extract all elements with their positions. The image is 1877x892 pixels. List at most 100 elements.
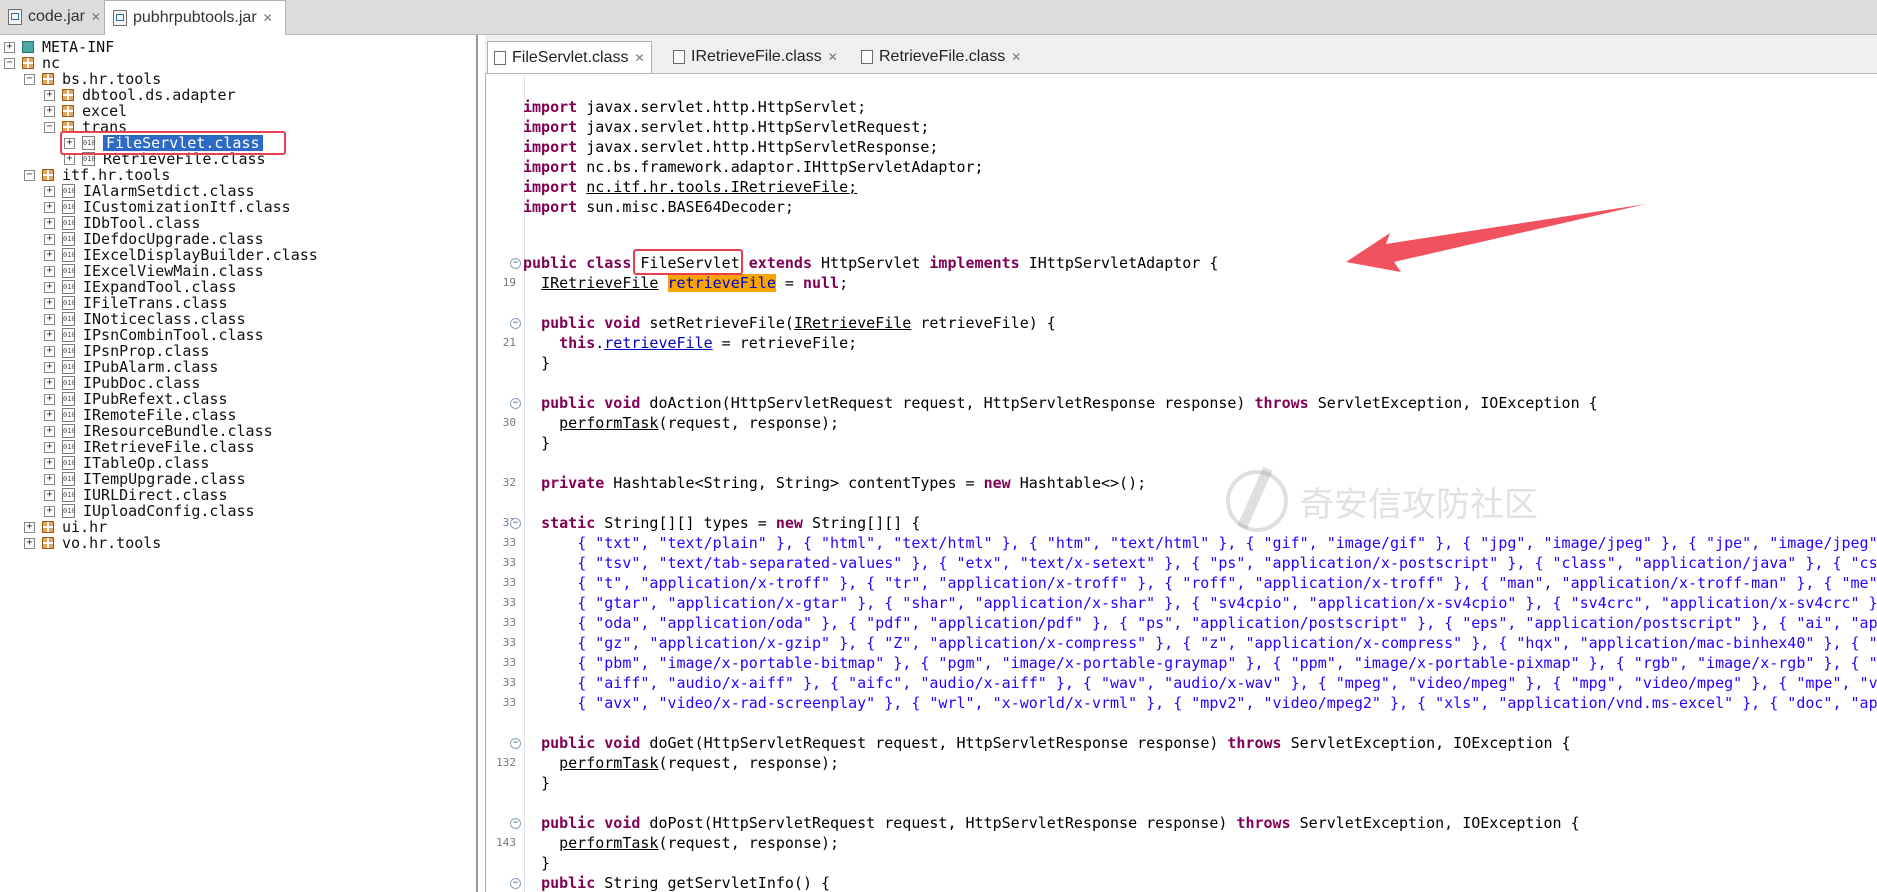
code-line: } <box>523 774 551 792</box>
expand-icon[interactable]: + <box>44 281 55 293</box>
tree-item-class[interactable]: +010 IPsnProp.class <box>44 343 209 359</box>
expand-icon[interactable]: + <box>64 153 75 165</box>
expand-icon[interactable]: + <box>44 89 55 101</box>
close-icon[interactable]: ✕ <box>1011 50 1021 64</box>
class-file-icon: 010 <box>62 232 76 246</box>
class-file-icon: 010 <box>62 216 76 230</box>
expand-icon[interactable]: + <box>44 297 55 309</box>
tree-item-class[interactable]: +010 IExpandTool.class <box>44 279 237 295</box>
close-icon[interactable]: ✕ <box>634 51 644 65</box>
tab-iretrievefile-class[interactable]: IRetrieveFile.class ✕ <box>667 41 844 73</box>
tree-item-class[interactable]: +010 IExcelViewMain.class <box>44 263 264 279</box>
class-file-icon: 010 <box>62 328 76 342</box>
collapse-icon[interactable]: − <box>4 57 15 69</box>
expand-icon[interactable]: + <box>44 329 55 341</box>
tree-item-class[interactable]: +010 IPubAlarm.class <box>44 359 218 375</box>
tab-pubhrpubtools-jar[interactable]: pubhrpubtools.jar ✕ <box>104 0 286 35</box>
jar-file-icon <box>113 10 127 26</box>
expand-icon[interactable]: + <box>24 537 35 549</box>
class-file-icon: 010 <box>62 376 76 390</box>
fold-toggle-icon[interactable]: − <box>510 318 521 329</box>
expand-icon[interactable]: + <box>44 201 55 213</box>
tree-item-class[interactable]: +010 IRetrieveFile.class <box>44 439 255 455</box>
tree-item-vo-hr-tools[interactable]: + vo.hr.tools <box>24 535 161 551</box>
tree-item-dbtool-ds-adapter[interactable]: + dbtool.ds.adapter <box>44 87 236 103</box>
tree-item-class[interactable]: +010 IPubDoc.class <box>44 375 200 391</box>
expand-icon[interactable]: + <box>24 521 35 533</box>
close-icon[interactable]: ✕ <box>263 11 273 25</box>
import-line: import sun.misc.BASE64Decoder; <box>523 198 794 216</box>
expand-icon[interactable]: + <box>44 393 55 405</box>
expand-icon[interactable]: + <box>44 409 55 421</box>
expand-icon[interactable]: + <box>44 473 55 485</box>
tree-item-class[interactable]: +010 IExcelDisplayBuilder.class <box>44 247 318 263</box>
expand-icon[interactable]: + <box>44 377 55 389</box>
expand-icon[interactable]: + <box>44 185 55 197</box>
fold-toggle-icon[interactable]: − <box>510 518 521 529</box>
tree-item-class[interactable]: +010 IPsnCombinTool.class <box>44 327 264 343</box>
expand-icon[interactable]: + <box>44 441 55 453</box>
expand-icon[interactable]: + <box>44 105 55 117</box>
tree-item-class[interactable]: +010 ITableOp.class <box>44 455 209 471</box>
expand-icon[interactable]: + <box>44 265 55 277</box>
tree-item-class[interactable]: +010 IURLDirect.class <box>44 487 228 503</box>
method-setretrievefile: public void setRetrieveFile(IRetrieveFil… <box>541 314 1056 332</box>
expand-icon[interactable]: + <box>44 361 55 373</box>
fold-toggle-icon[interactable]: − <box>510 738 521 749</box>
class-file-icon: 010 <box>62 392 76 406</box>
tree-item-bs-hr-tools[interactable]: − bs.hr.tools <box>24 71 161 87</box>
tree-item-excel[interactable]: + excel <box>44 103 127 119</box>
fold-toggle-icon[interactable]: − <box>510 818 521 829</box>
tree-item-nc[interactable]: − nc <box>4 55 60 71</box>
collapse-icon[interactable]: − <box>24 73 35 85</box>
expand-icon[interactable]: + <box>44 345 55 357</box>
expand-icon[interactable]: + <box>44 505 55 517</box>
line-number: 33 <box>502 596 516 609</box>
tree-item-ui-hr[interactable]: + ui.hr <box>24 519 107 535</box>
editor-tab-bar: FileServlet.class ✕ IRetrieveFile.class … <box>485 35 1877 74</box>
fold-toggle-icon[interactable]: − <box>510 398 521 409</box>
tab-fileservlet-class[interactable]: FileServlet.class ✕ <box>487 41 652 73</box>
expand-icon[interactable]: + <box>44 489 55 501</box>
line-number: 132 <box>496 756 516 769</box>
expand-icon[interactable]: + <box>44 457 55 469</box>
tree-item-class[interactable]: +010 ICustomizationItf.class <box>44 199 291 215</box>
close-icon[interactable]: ✕ <box>91 10 101 24</box>
class-file-icon: 010 <box>62 344 76 358</box>
expand-icon[interactable]: + <box>44 233 55 245</box>
code-editor[interactable]: import javax.servlet.http.HttpServlet; i… <box>485 74 1877 892</box>
expand-icon[interactable]: + <box>44 425 55 437</box>
fold-toggle-icon[interactable]: − <box>510 878 521 889</box>
expand-icon[interactable]: + <box>44 217 55 229</box>
fold-toggle-icon[interactable]: − <box>510 258 521 269</box>
annotation-box <box>633 249 743 275</box>
close-icon[interactable]: ✕ <box>828 50 838 64</box>
tree-item-class[interactable]: +010 IAlarmSetdict.class <box>44 183 255 199</box>
tree-item-class[interactable]: +010 IRemoteFile.class <box>44 407 237 423</box>
class-file-icon <box>861 50 873 64</box>
class-file-icon: 010 <box>62 184 76 198</box>
collapse-icon[interactable]: − <box>24 169 35 181</box>
expand-icon[interactable]: + <box>44 249 55 261</box>
tree-item-class[interactable]: +010 ITempUpgrade.class <box>44 471 246 487</box>
import-line: import javax.servlet.http.HttpServlet; <box>523 98 867 116</box>
tree-item-itf-hr-tools[interactable]: − itf.hr.tools <box>24 167 170 183</box>
expand-icon[interactable]: + <box>44 313 55 325</box>
tree-item-meta-inf[interactable]: + META-INF <box>4 39 114 55</box>
expand-icon[interactable]: + <box>4 41 15 53</box>
tree-item-class[interactable]: +010 IFileTrans.class <box>44 295 228 311</box>
tree-item-class[interactable]: +010 INoticeclass.class <box>44 311 246 327</box>
collapse-icon[interactable]: − <box>44 121 55 133</box>
tree-item-class[interactable]: +010 IDefdocUpgrade.class <box>44 231 264 247</box>
tree-item-class[interactable]: +010 IUploadConfig.class <box>44 503 255 519</box>
line-number: 33 <box>502 676 516 689</box>
types-row: { "tsv", "text/tab-separated-values" }, … <box>577 554 1877 572</box>
tree-item-class[interactable]: +010 IResourceBundle.class <box>44 423 273 439</box>
tree-item-class[interactable]: +010 IDbTool.class <box>44 215 200 231</box>
types-row: { "aiff", "audio/x-aiff" }, { "aifc", "a… <box>577 674 1877 692</box>
tree-item-class[interactable]: +010 IPubRefext.class <box>44 391 228 407</box>
method-doget: public void doGet(HttpServletRequest req… <box>541 734 1571 752</box>
tab-code-jar[interactable]: code.jar ✕ <box>0 0 113 34</box>
tab-retrievefile-class[interactable]: RetrieveFile.class ✕ <box>855 41 1027 73</box>
line-number: 19 <box>502 276 516 289</box>
